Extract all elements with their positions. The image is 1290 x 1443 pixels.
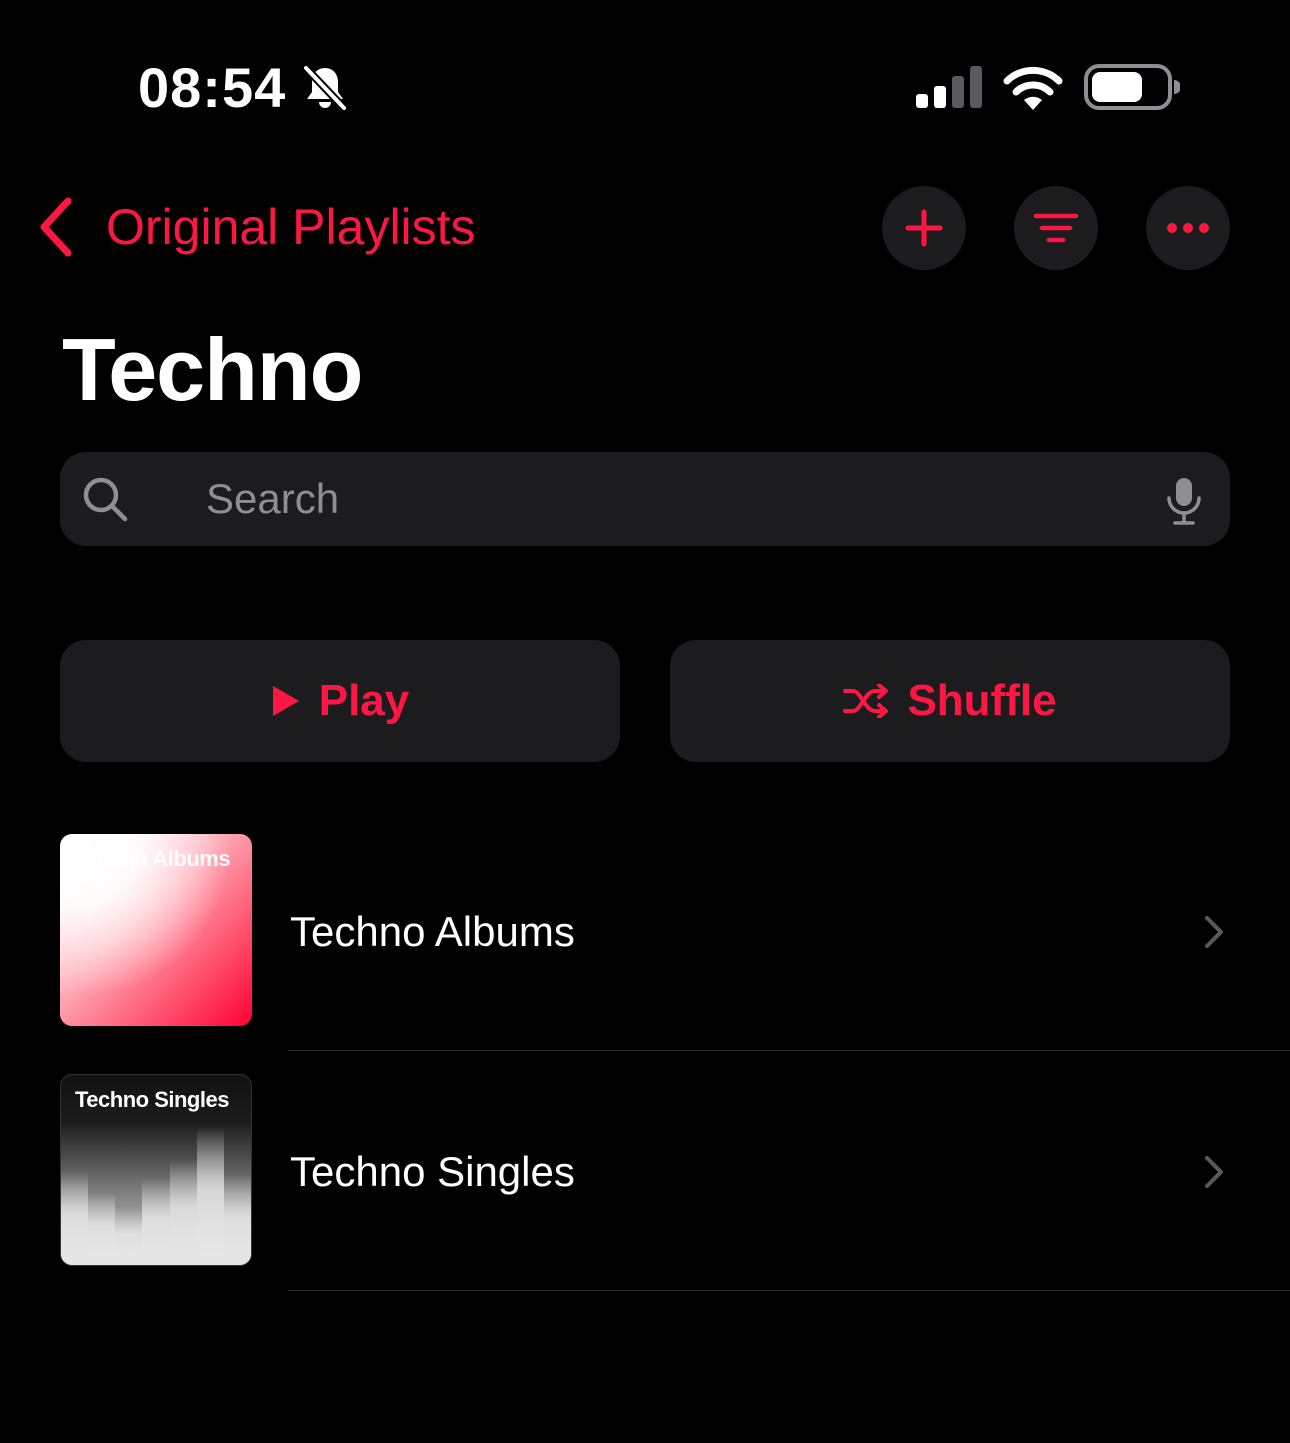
- shuffle-icon: [843, 684, 889, 718]
- chevron-left-icon: [40, 197, 72, 257]
- shuffle-label: Shuffle: [907, 676, 1057, 725]
- status-time: 08:54: [138, 56, 287, 119]
- play-label: Play: [318, 676, 410, 725]
- playlist-artwork: Techno Albums: [60, 834, 252, 1026]
- chevron-right-icon: [1205, 1156, 1223, 1188]
- battery-icon: [1084, 64, 1180, 110]
- list-item[interactable]: Techno Singles Techno Singles: [0, 1074, 1290, 1314]
- filter-icon: [1034, 213, 1078, 243]
- ellipsis-icon: [1167, 223, 1209, 233]
- screen: 08:54 Original Playlists Techno Search P…: [0, 0, 1290, 1443]
- back-label: Original Playlists: [106, 199, 476, 255]
- cellular-signal-icon: [916, 66, 982, 108]
- artwork-text: Techno Singles: [75, 1087, 229, 1112]
- search-input[interactable]: [206, 452, 1166, 546]
- artwork-bars: [61, 1115, 251, 1265]
- microphone-icon[interactable]: [1166, 476, 1202, 526]
- list-item[interactable]: Techno Albums Techno Albums: [0, 834, 1290, 1074]
- divider: [288, 1050, 1290, 1051]
- search-bar[interactable]: [60, 452, 1230, 546]
- playlist-artwork: Techno Singles: [60, 1074, 252, 1266]
- shuffle-button[interactable]: Shuffle: [670, 640, 1230, 762]
- more-button[interactable]: [1146, 186, 1230, 270]
- add-button[interactable]: [882, 186, 966, 270]
- plus-icon: [905, 209, 943, 247]
- playlist-title: Techno Albums: [290, 908, 575, 955]
- filter-button[interactable]: [1014, 186, 1098, 270]
- back-button[interactable]: Original Playlists: [34, 190, 476, 264]
- wifi-icon: [1003, 66, 1063, 110]
- artwork-text: Techno Albums: [74, 846, 231, 871]
- divider: [288, 1290, 1290, 1291]
- chevron-right-icon: [1205, 916, 1223, 948]
- play-icon: [272, 686, 299, 716]
- page-title: Techno: [62, 320, 363, 419]
- playlist-title: Techno Singles: [290, 1148, 575, 1195]
- search-icon: [83, 477, 128, 522]
- bell-slash-icon: [303, 65, 347, 111]
- play-button[interactable]: Play: [60, 640, 620, 762]
